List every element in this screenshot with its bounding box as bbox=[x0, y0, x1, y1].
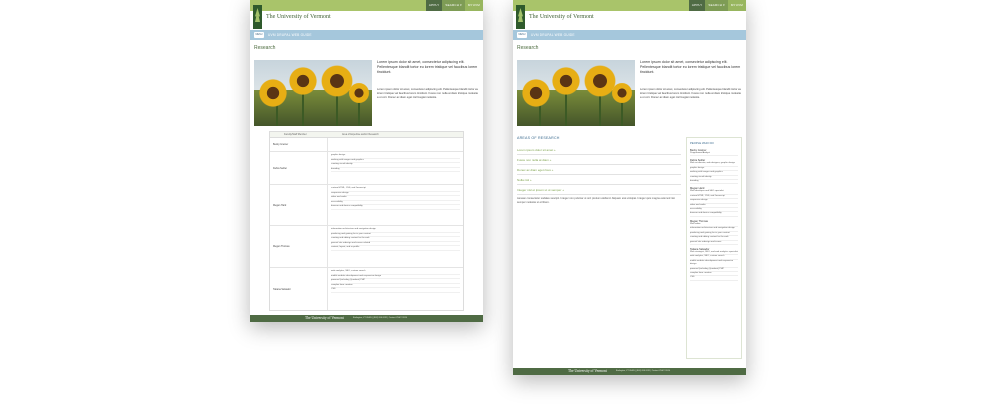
skill-item: content, layout, and re-profile bbox=[331, 246, 460, 251]
tree-logo-icon[interactable] bbox=[516, 5, 525, 29]
header-expertise: Area of Expertise and/or Research bbox=[342, 133, 379, 136]
skill-item: branding bbox=[331, 168, 460, 173]
staff-name: Becky Greiner bbox=[270, 138, 328, 151]
staff-table: Faculty/Staff Member Area of Expertise a… bbox=[269, 131, 464, 311]
mockup-page-accordion: APPLY SEARCH ▾ MYUVM The University of V… bbox=[513, 0, 746, 375]
menu-button[interactable]: MENU bbox=[254, 32, 264, 38]
intro-lead: Lorem ipsum dolor sit amet, consectetur … bbox=[377, 60, 478, 75]
research-accordion: Lorem ipsum dolor sit amet + Fusce non n… bbox=[517, 145, 681, 195]
myuvm-link[interactable]: MYUVM bbox=[727, 0, 746, 11]
header-staff: Faculty/Staff Member bbox=[284, 133, 307, 136]
guide-bar: MENU UVM DRUPAL WEB GUIDE bbox=[513, 30, 746, 40]
intro-body: Lorem ipsum dolor sit amet, consectetur … bbox=[640, 88, 742, 99]
table-row: Tatiana Salvador web analytics, SEO, cus… bbox=[270, 268, 463, 310]
skill-item: browser and device compatibility bbox=[331, 205, 460, 210]
accordion-item[interactable]: Nulla nisl + bbox=[517, 175, 681, 185]
staff-name: Megan Thomas bbox=[270, 226, 328, 267]
guide-bar: MENU UVM DRUPAL WEB GUIDE bbox=[250, 30, 483, 40]
university-logo-text[interactable]: The University of Vermont bbox=[529, 14, 594, 20]
accordion-body: Aenean consectetur sodales suscipit. Int… bbox=[517, 197, 675, 204]
university-logo-text[interactable]: The University of Vermont bbox=[266, 14, 331, 20]
person-item: CSS bbox=[690, 276, 738, 281]
top-nav: APPLY SEARCH ▾ MYUVM bbox=[425, 0, 483, 11]
sunflower-hero-image bbox=[517, 60, 635, 126]
apply-link[interactable]: APPLY bbox=[688, 0, 706, 11]
page-title: Research bbox=[254, 45, 276, 51]
sidebar-title: PEOPLE WHO DO bbox=[690, 141, 714, 145]
table-row: Megan Thomas information architecture an… bbox=[270, 226, 463, 268]
accordion-item[interactable]: Integer nisl et ipsum ut ut semper + bbox=[517, 185, 681, 195]
staff-name: Tatiana Salvador bbox=[270, 268, 328, 310]
site-title[interactable]: UVM DRUPAL WEB GUIDE bbox=[268, 32, 312, 38]
table-row: Debra Seitler graphic design working wit… bbox=[270, 152, 463, 185]
footer-address: Burlington, VT 05405 | (802) 656-3131 | … bbox=[353, 317, 408, 319]
person-item: general site redesign and issues bbox=[690, 241, 738, 245]
menu-button[interactable]: MENU bbox=[517, 32, 527, 38]
page-footer: The University of Vermont Burlington, VT… bbox=[513, 368, 746, 375]
search-link[interactable]: SEARCH ▾ bbox=[442, 0, 465, 11]
intro-body: Lorem ipsum dolor sit amet, consectetur … bbox=[377, 88, 479, 99]
staff-name: Debra Seitler bbox=[270, 152, 328, 184]
areas-of-research-heading: AREAS OF RESEARCH bbox=[517, 136, 560, 140]
page-footer: The University of Vermont Burlington, VT… bbox=[250, 315, 483, 322]
staff-name: Megan Hard bbox=[270, 185, 328, 225]
footer-brand[interactable]: The University of Vermont bbox=[305, 316, 344, 320]
people-sidebar: PEOPLE WHO DO Becky Greiner Programmer/A… bbox=[686, 137, 742, 359]
search-link[interactable]: SEARCH ▾ bbox=[705, 0, 728, 11]
intro-lead: Lorem ipsum dolor sit amet, consectetur … bbox=[640, 60, 741, 75]
apply-link[interactable]: APPLY bbox=[425, 0, 443, 11]
mockup-stage: APPLY SEARCH ▾ MYUVM The University of V… bbox=[0, 0, 999, 407]
person-item: browser and device compatibility bbox=[690, 212, 738, 217]
person-item: Programmer/Analyst bbox=[690, 152, 738, 157]
sunflower-hero-image bbox=[254, 60, 372, 126]
accordion-item[interactable]: Fusce non nulla at diam + bbox=[517, 155, 681, 165]
footer-address: Burlington, VT 05405 | (802) 656-3131 | … bbox=[616, 370, 671, 372]
mockup-page-table: APPLY SEARCH ▾ MYUVM The University of V… bbox=[250, 0, 483, 322]
myuvm-link[interactable]: MYUVM bbox=[464, 0, 483, 11]
person-item: branding bbox=[690, 180, 738, 185]
logo-row: The University of Vermont bbox=[513, 5, 746, 30]
accordion-item[interactable]: Donec ac diam eget risus + bbox=[517, 165, 681, 175]
logo-row: The University of Vermont bbox=[250, 5, 483, 30]
table-row: Megan Hard custom HTML, CSS, and Javascr… bbox=[270, 185, 463, 226]
site-title[interactable]: UVM DRUPAL WEB GUIDE bbox=[531, 32, 575, 38]
accordion-item[interactable]: Lorem ipsum dolor sit amet + bbox=[517, 145, 681, 155]
footer-brand[interactable]: The University of Vermont bbox=[568, 369, 607, 373]
person-item: mobile website development and responsiv… bbox=[690, 260, 738, 268]
page-title: Research bbox=[517, 45, 539, 51]
tree-logo-icon[interactable] bbox=[253, 5, 262, 29]
table-row: Becky Greiner bbox=[270, 138, 463, 152]
top-nav: APPLY SEARCH ▾ MYUVM bbox=[688, 0, 746, 11]
skill-item: CSS bbox=[331, 288, 460, 293]
